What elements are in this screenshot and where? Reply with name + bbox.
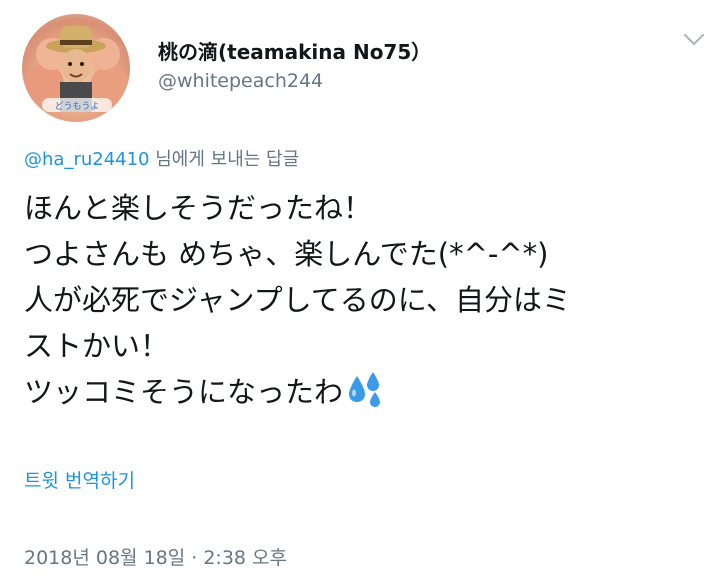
tweet-line: ツッコミそうになったわ [24, 375, 344, 409]
tweet-timestamp[interactable]: 2018년 08월 18일 · 2:38 오후 [24, 543, 287, 570]
display-name[interactable]: 桃の滴(teamakina No75） [158, 36, 431, 65]
svg-text:どうもうよ: どうもうよ [55, 101, 100, 112]
avatar[interactable]: どうもうよ [22, 14, 130, 122]
translate-tweet-link[interactable]: 트윗 번역하기 [24, 466, 135, 493]
user-handle[interactable]: @whitepeach244 [158, 70, 323, 92]
chevron-down-icon[interactable] [682, 30, 706, 50]
tweet-line: ほんと楽しそうだったね！ [24, 191, 373, 225]
tweet-line: つよさんも めちゃ、楽しんでた(*^-^*) [24, 237, 549, 271]
tweet-line-last: ツッコミそうになったわ [24, 369, 704, 421]
reply-mention-link[interactable]: @ha_ru24410 [24, 149, 150, 170]
tweet-text: ほんと楽しそうだったね！ つよさんも めちゃ、楽しんでた(*^-^*) 人が必死… [24, 185, 704, 421]
tweet-line: 人が必死でジャンプしてるのに、自分はミ [24, 283, 571, 317]
reply-suffix: 님에게 보내는 답글 [149, 149, 300, 170]
reply-context: @ha_ru24410 님에게 보내는 답글 [24, 145, 299, 171]
tweet-line: ストかい！ [24, 329, 170, 363]
sweat-droplets-icon [345, 372, 385, 421]
